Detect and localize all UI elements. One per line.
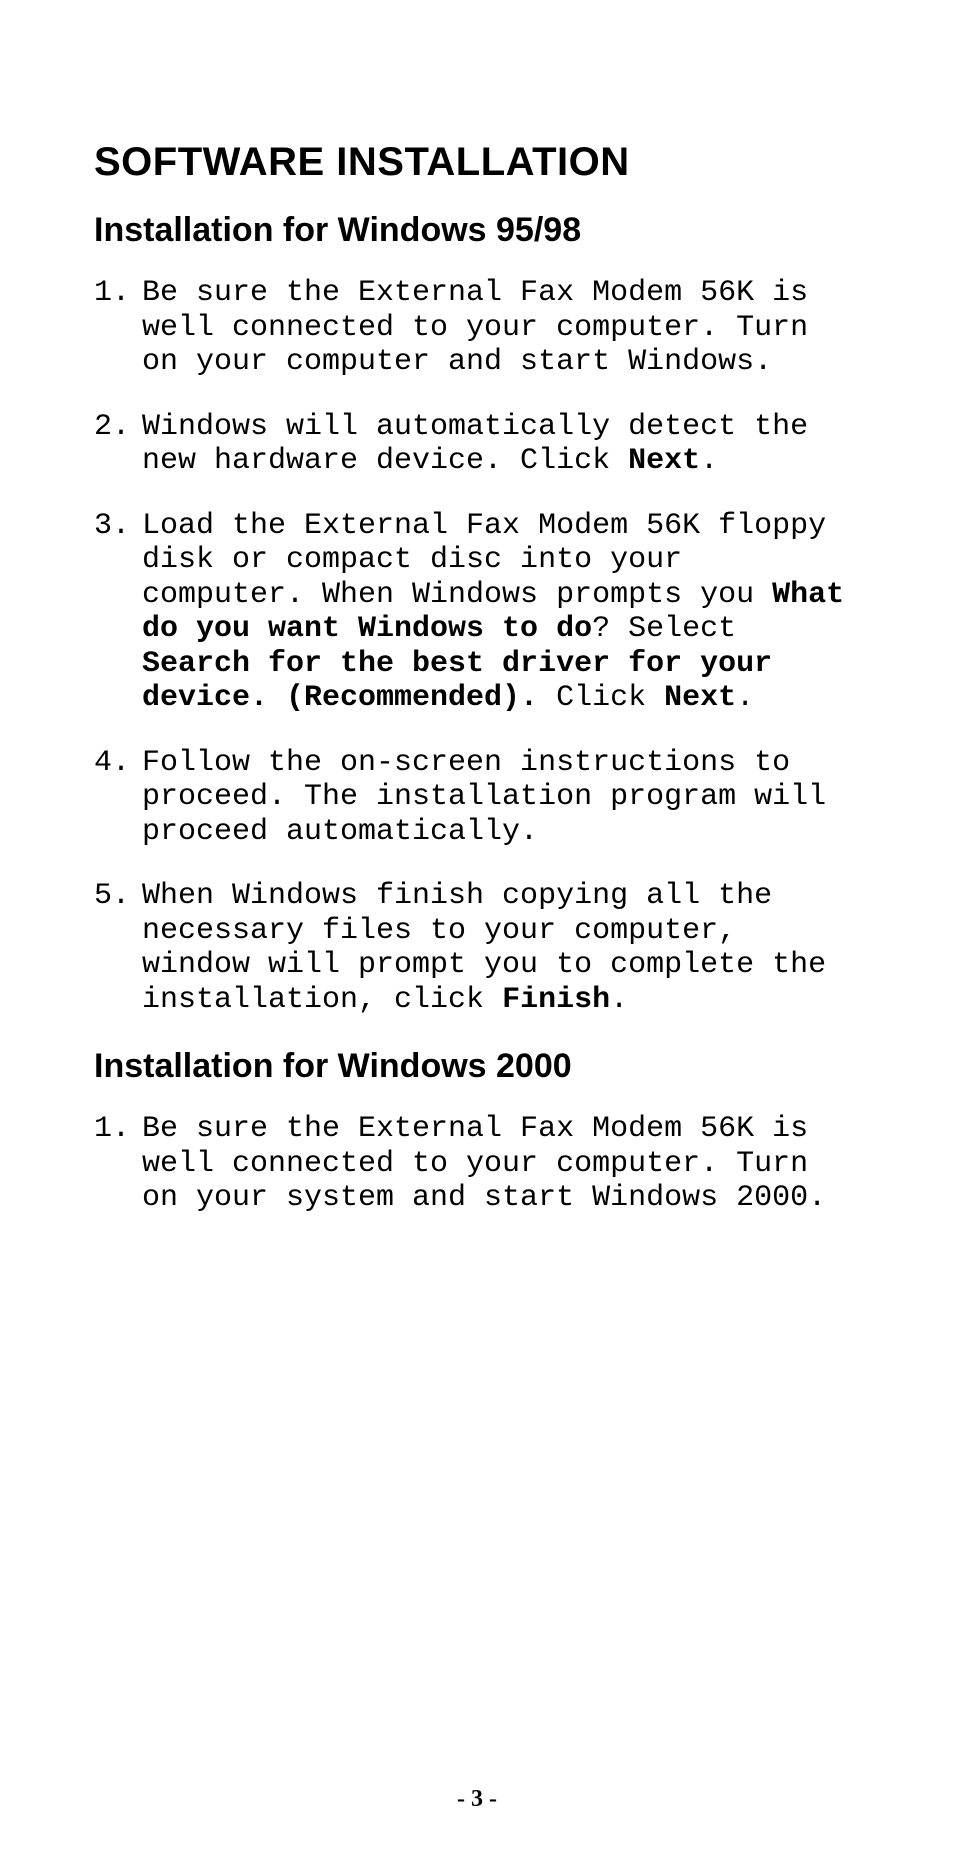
text-run: . (736, 681, 754, 715)
list-item: Be sure the External Fax Modem 56K is we… (94, 1112, 860, 1216)
list-item: Load the External Fax Modem 56K floppy d… (94, 509, 860, 716)
text-run: Be sure the External Fax Modem 56K is we… (142, 1112, 826, 1215)
section-b-list: Be sure the External Fax Modem 56K is we… (94, 1112, 860, 1216)
text-run: Follow the on-screen instructions to pro… (142, 746, 826, 849)
text-run: Finish (502, 983, 610, 1017)
text-run: Be sure the External Fax Modem 56K is we… (142, 276, 808, 379)
list-item: Follow the on-screen instructions to pro… (94, 746, 860, 850)
list-item: When Windows finish copying all the nece… (94, 879, 860, 1017)
text-run: ? Select (592, 612, 736, 646)
list-item: Be sure the External Fax Modem 56K is we… (94, 276, 860, 380)
text-run: . (610, 983, 628, 1017)
text-run: Next (664, 681, 736, 715)
text-run: When Windows finish copying all the nece… (142, 879, 826, 1017)
section-a-heading: Installation for Windows 95/98 (94, 211, 860, 250)
text-run: . (700, 444, 718, 478)
page-number: - 3 - (0, 1786, 954, 1813)
list-item: Windows will automatically detect the ne… (94, 410, 860, 479)
text-run: Click (538, 681, 664, 715)
text-run: Next (628, 444, 700, 478)
section-a-list: Be sure the External Fax Modem 56K is we… (94, 276, 860, 1017)
section-b-heading: Installation for Windows 2000 (94, 1047, 860, 1086)
text-run: Load the External Fax Modem 56K floppy d… (142, 509, 826, 612)
main-heading: SOFTWARE INSTALLATION (94, 140, 860, 185)
